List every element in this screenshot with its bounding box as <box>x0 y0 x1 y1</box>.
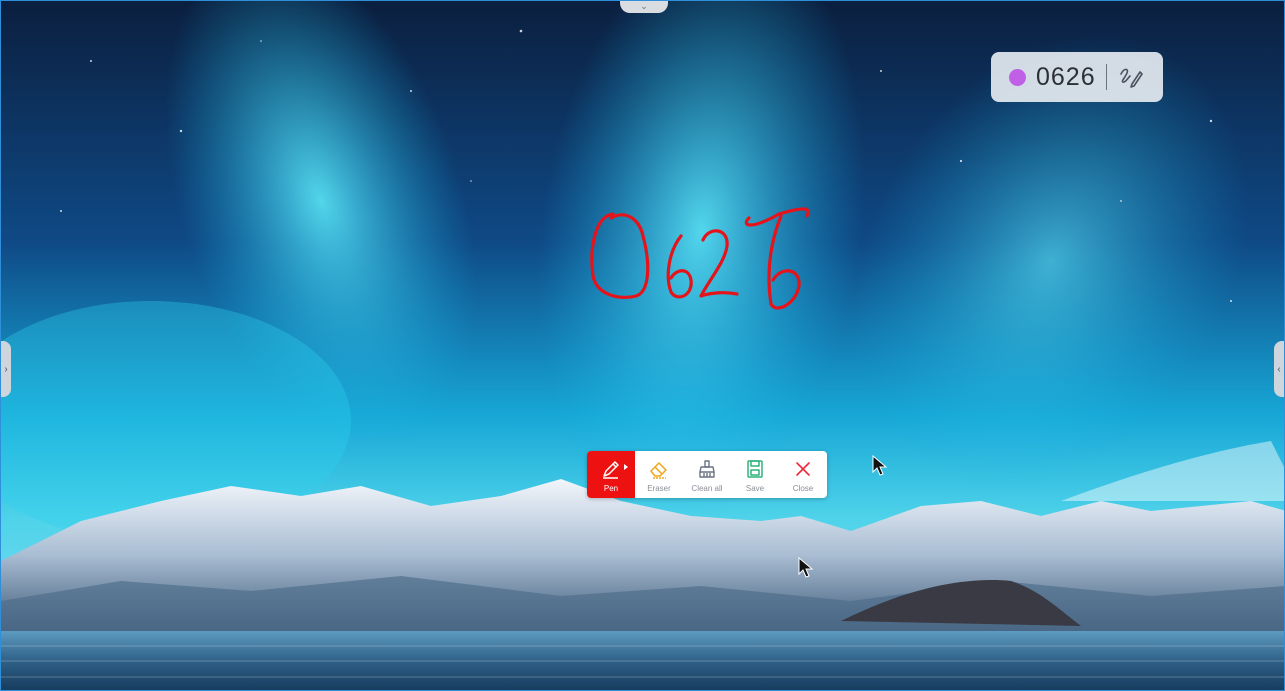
chevron-down-icon: ⌄ <box>640 1 648 11</box>
eraser-icon <box>648 458 670 480</box>
code-text: 0626 <box>1036 62 1096 91</box>
eraser-tool-button[interactable]: Eraser <box>635 451 683 498</box>
chevron-left-icon: ‹ <box>1277 363 1281 375</box>
close-label: Close <box>792 484 814 493</box>
mouse-cursor-icon <box>872 454 888 477</box>
save-label: Save <box>745 484 765 493</box>
clean-all-button[interactable]: Clean all <box>683 451 731 498</box>
pen-tool-button[interactable]: Pen <box>587 451 635 498</box>
broom-icon <box>696 458 718 480</box>
mouse-cursor-icon <box>798 556 814 579</box>
close-icon <box>792 458 814 480</box>
wallpaper <box>1 1 1284 690</box>
pen-label: Pen <box>603 484 619 493</box>
right-drawer-handle[interactable]: ‹ <box>1274 341 1284 397</box>
pen-options-arrow <box>624 464 628 470</box>
top-drawer-handle[interactable]: ⌄ <box>620 1 668 13</box>
signature-pen-icon[interactable] <box>1117 63 1145 91</box>
close-button[interactable]: Close <box>779 451 827 498</box>
pen-icon <box>600 458 622 480</box>
chevron-right-icon: › <box>4 363 8 375</box>
status-dot <box>1009 68 1026 86</box>
divider <box>1105 64 1107 90</box>
clean-all-label: Clean all <box>691 484 723 493</box>
save-button[interactable]: Save <box>731 451 779 498</box>
code-badge[interactable]: 0626 <box>991 52 1163 102</box>
handwritten-drawing <box>581 196 821 316</box>
save-icon <box>744 458 766 480</box>
annotation-toolbar: Pen Eraser Clean all Save Close <box>587 451 827 498</box>
screen-frame: ⌄ › ‹ 0626 Pen Eraser Clean all Save Clo… <box>0 0 1285 691</box>
eraser-label: Eraser <box>647 484 671 493</box>
left-drawer-handle[interactable]: › <box>1 341 11 397</box>
